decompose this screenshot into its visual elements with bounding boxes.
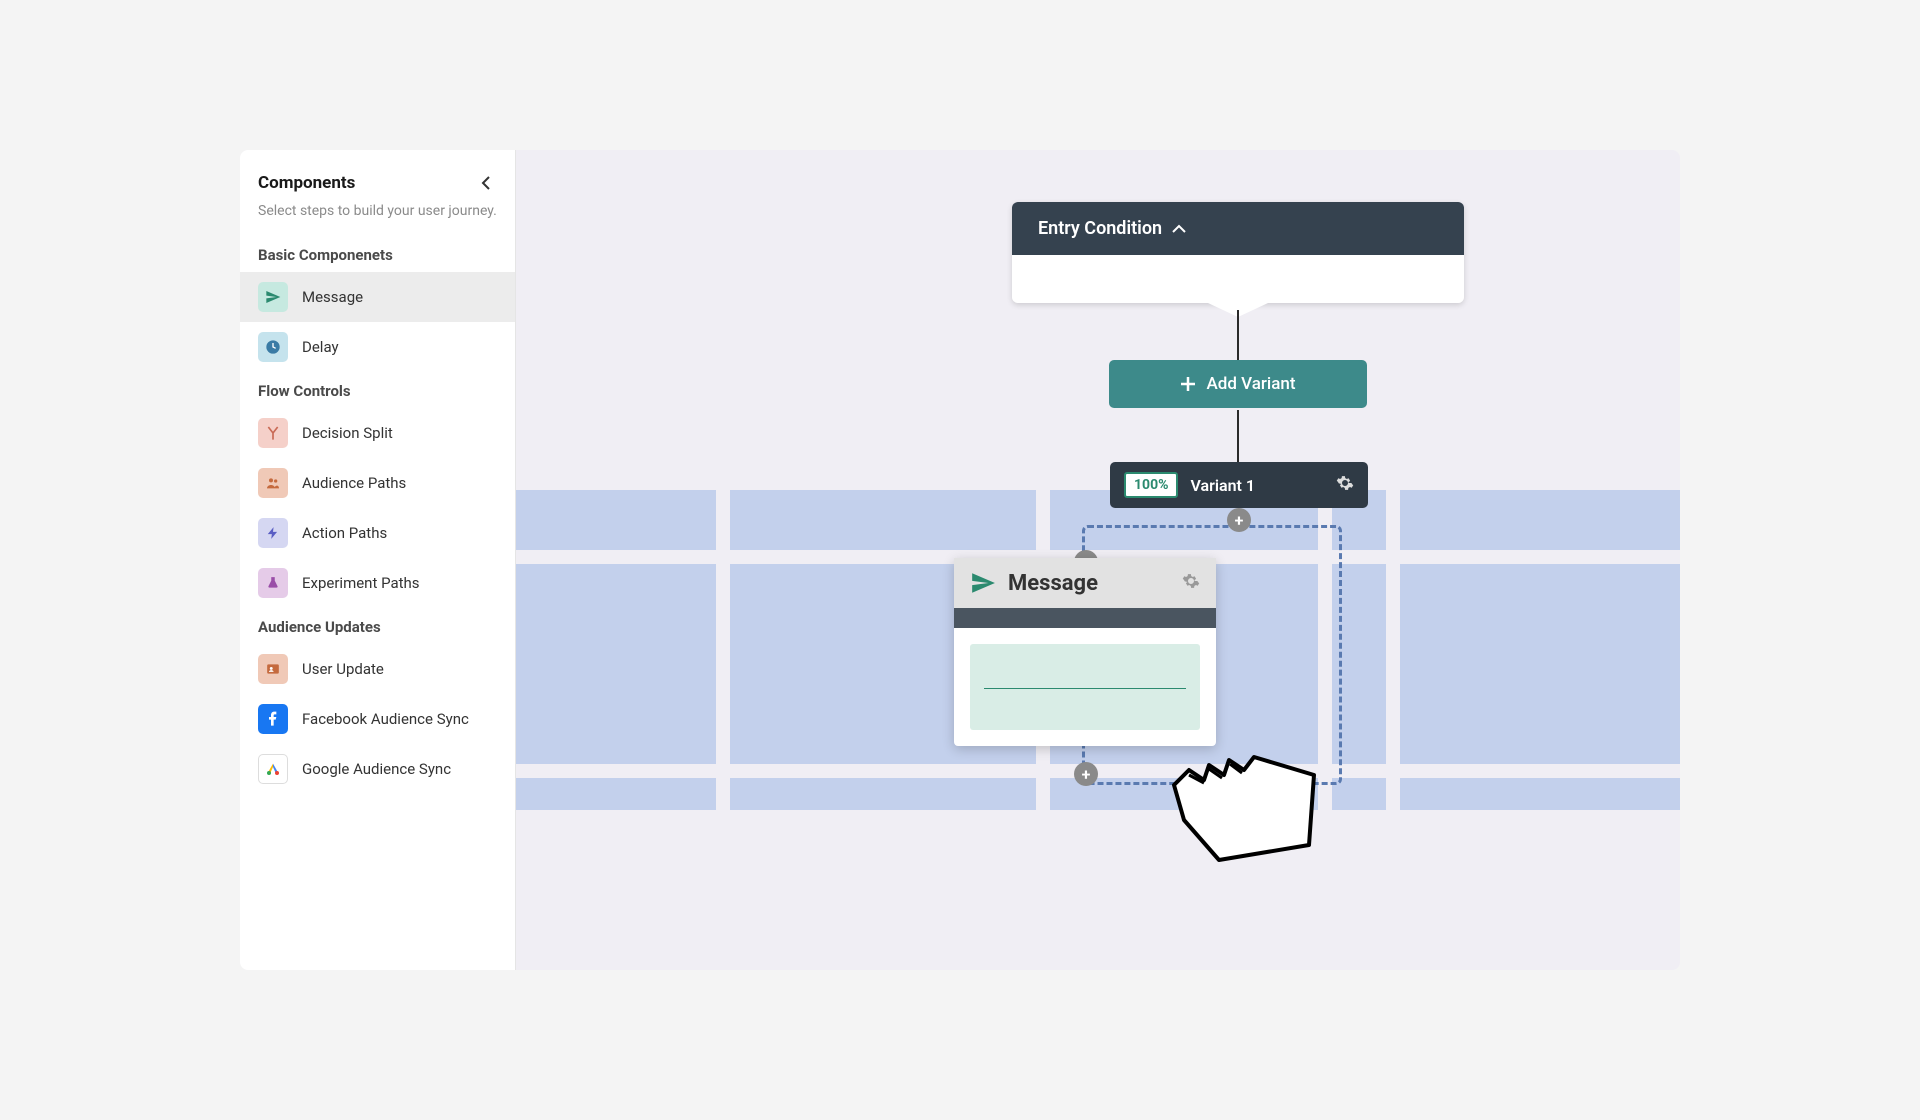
clock-icon: [258, 332, 288, 362]
component-label: User Update: [302, 660, 384, 678]
component-label: Decision Split: [302, 424, 393, 442]
section-label: Audience Updates: [240, 608, 515, 644]
component-item-google-audience-sync[interactable]: Google Audience Sync: [240, 744, 515, 794]
split-icon: [258, 418, 288, 448]
component-item-audience-paths[interactable]: Audience Paths: [240, 458, 515, 508]
add-variant-label: Add Variant: [1206, 374, 1295, 394]
collapse-sidebar-button[interactable]: [475, 172, 497, 194]
id-icon: [258, 654, 288, 684]
components-sidebar: Components Select steps to build your us…: [240, 150, 516, 970]
message-settings-button[interactable]: [1182, 572, 1200, 594]
journey-canvas[interactable]: Entry Condition Add Variant 100% Variant…: [516, 150, 1680, 970]
entry-condition-label: Entry Condition: [1038, 218, 1162, 239]
component-item-decision-split[interactable]: Decision Split: [240, 408, 515, 458]
component-label: Google Audience Sync: [302, 760, 451, 778]
users-icon: [258, 468, 288, 498]
connector-line: [1237, 310, 1239, 360]
connector-line: [1237, 410, 1239, 462]
sidebar-header: Components: [240, 172, 515, 202]
component-item-delay[interactable]: Delay: [240, 322, 515, 372]
google-icon: [258, 754, 288, 784]
component-label: Experiment Paths: [302, 574, 420, 592]
component-item-facebook-audience-sync[interactable]: Facebook Audience Sync: [240, 694, 515, 744]
message-preview: [970, 644, 1200, 730]
component-label: Delay: [302, 338, 339, 356]
flask-icon: [258, 568, 288, 598]
message-card-title: Message: [1008, 571, 1170, 596]
add-variant-button[interactable]: Add Variant: [1109, 360, 1367, 408]
chevron-left-icon: [481, 176, 491, 190]
paper-plane-icon: [970, 570, 996, 596]
message-card-body: [954, 628, 1216, 746]
message-card-header: Message: [954, 558, 1216, 608]
component-label: Action Paths: [302, 524, 387, 542]
app-frame: Components Select steps to build your us…: [240, 150, 1680, 970]
variant-settings-button[interactable]: [1336, 474, 1354, 496]
component-item-action-paths[interactable]: Action Paths: [240, 508, 515, 558]
entry-condition-node[interactable]: Entry Condition: [1012, 202, 1464, 303]
variant-name: Variant 1: [1190, 476, 1324, 495]
sidebar-description: Select steps to build your user journey.: [240, 202, 515, 236]
sidebar-title: Components: [258, 173, 355, 193]
component-item-experiment-paths[interactable]: Experiment Paths: [240, 558, 515, 608]
add-step-button[interactable]: +: [1074, 762, 1098, 786]
fb-icon: [258, 704, 288, 734]
plus-icon: [1180, 376, 1196, 392]
component-label: Facebook Audience Sync: [302, 710, 469, 728]
gear-icon: [1336, 474, 1354, 492]
variant-percent-badge: 100%: [1124, 472, 1178, 498]
message-card-bar: [954, 608, 1216, 628]
chevron-up-icon: [1172, 224, 1186, 234]
add-step-button[interactable]: +: [1227, 508, 1251, 532]
paper-plane-icon: [258, 282, 288, 312]
component-label: Message: [302, 288, 363, 306]
variant-node[interactable]: 100% Variant 1: [1110, 462, 1368, 508]
section-label: Basic Componenets: [240, 236, 515, 272]
component-item-user-update[interactable]: User Update: [240, 644, 515, 694]
bolt-icon: [258, 518, 288, 548]
gear-icon: [1182, 572, 1200, 590]
message-drag-card[interactable]: Message: [954, 558, 1216, 746]
section-label: Flow Controls: [240, 372, 515, 408]
entry-condition-header[interactable]: Entry Condition: [1012, 202, 1464, 255]
component-item-message[interactable]: Message: [240, 272, 515, 322]
component-label: Audience Paths: [302, 474, 406, 492]
entry-condition-body: [1012, 255, 1464, 303]
